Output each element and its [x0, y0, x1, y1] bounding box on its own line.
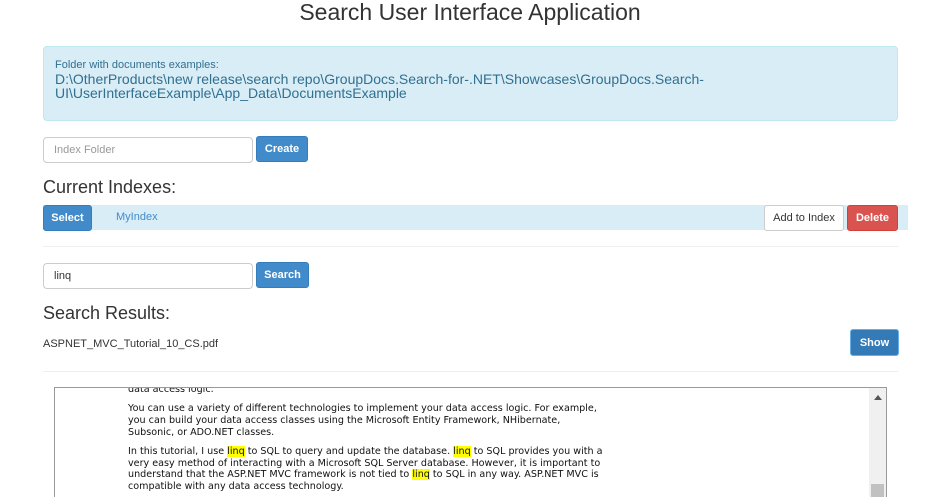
- vertical-scrollbar[interactable]: [869, 388, 886, 497]
- folder-info-alert: Folder with documents examples: D:\Other…: [43, 46, 898, 121]
- index-folder-input[interactable]: Index Folder: [43, 137, 253, 163]
- search-highlight: linq: [453, 445, 471, 457]
- search-highlight: linq: [412, 469, 430, 481]
- search-highlight: linq: [227, 445, 245, 457]
- search-input[interactable]: linq: [43, 263, 253, 289]
- create-button[interactable]: Create: [256, 136, 308, 162]
- folder-path: D:\OtherProducts\new release\search repo…: [55, 71, 704, 101]
- document-preview[interactable]: data access logic. You can use a variety…: [54, 387, 887, 497]
- search-results-heading: Search Results:: [43, 303, 171, 323]
- doc-paragraph: data access logic.: [128, 387, 214, 395]
- doc-paragraph: You can use a variety of different techn…: [128, 402, 597, 438]
- scroll-up-arrow-icon[interactable]: [874, 395, 882, 400]
- index-name[interactable]: MyIndex: [116, 211, 158, 223]
- add-to-index-button[interactable]: Add to Index: [764, 205, 844, 231]
- search-button[interactable]: Search: [256, 262, 309, 288]
- document-text: data access logic. You can use a variety…: [128, 387, 608, 497]
- divider: [43, 371, 898, 372]
- page-title: Search User Interface Application: [299, 0, 641, 25]
- divider: [43, 246, 898, 247]
- result-file-name: ASPNET_MVC_Tutorial_10_CS.pdf: [43, 338, 219, 350]
- select-button[interactable]: Select: [43, 205, 92, 231]
- show-button[interactable]: Show: [850, 329, 899, 356]
- delete-button[interactable]: Delete: [847, 205, 898, 231]
- doc-paragraph: In this tutorial, I use linq to SQL to q…: [128, 445, 603, 493]
- scroll-thumb[interactable]: [871, 484, 884, 497]
- current-indexes-heading: Current Indexes:: [43, 177, 177, 197]
